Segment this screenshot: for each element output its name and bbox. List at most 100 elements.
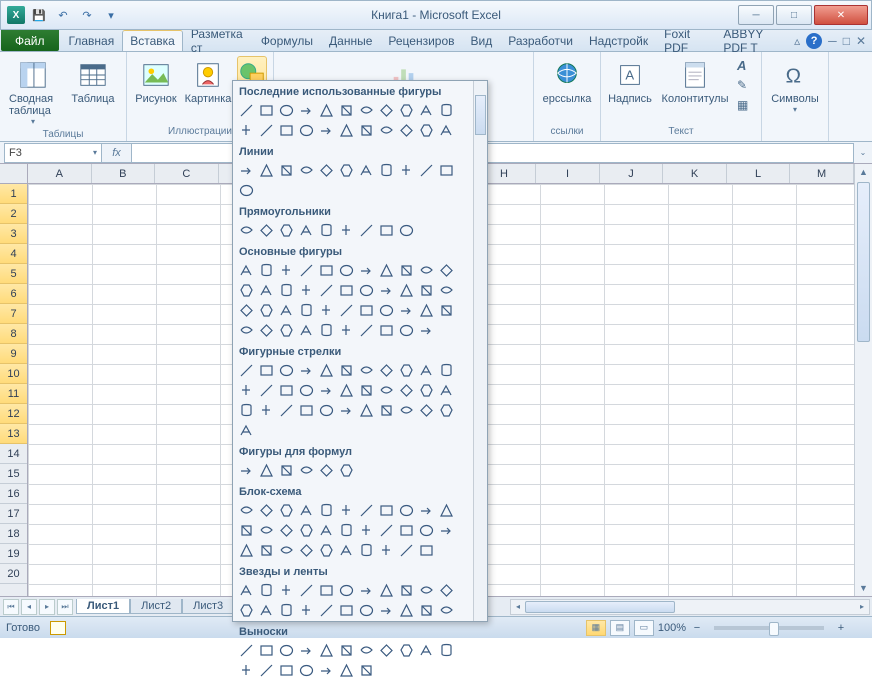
shape-item[interactable]: [257, 221, 276, 240]
shape-item[interactable]: [377, 501, 396, 520]
shape-item[interactable]: [297, 541, 316, 560]
shape-item[interactable]: [257, 461, 276, 480]
shape-item[interactable]: [377, 541, 396, 560]
shape-item[interactable]: [277, 101, 296, 120]
shape-item[interactable]: [417, 581, 436, 600]
shape-item[interactable]: [377, 221, 396, 240]
shape-item[interactable]: [237, 501, 256, 520]
horizontal-scrollbar[interactable]: [510, 599, 870, 615]
pivot-table-button[interactable]: Сводная таблица: [6, 56, 60, 129]
shape-item[interactable]: [417, 281, 436, 300]
shape-item[interactable]: [317, 101, 336, 120]
shape-item[interactable]: [397, 541, 416, 560]
maximize-button[interactable]: □: [776, 5, 812, 25]
hscroll-thumb[interactable]: [525, 601, 675, 613]
tab-review[interactable]: Рецензиров: [380, 30, 462, 51]
sheet-nav-next[interactable]: ▸: [39, 599, 55, 615]
row-header-8[interactable]: 8: [0, 324, 27, 344]
shape-item[interactable]: [317, 281, 336, 300]
shape-item[interactable]: [377, 161, 396, 180]
qat-customize-button[interactable]: ▾: [101, 5, 121, 25]
shape-item[interactable]: [237, 121, 256, 140]
shape-item[interactable]: [377, 581, 396, 600]
shape-item[interactable]: [237, 181, 256, 200]
shape-item[interactable]: [257, 501, 276, 520]
row-header-11[interactable]: 11: [0, 384, 27, 404]
view-normal-button[interactable]: ▦: [586, 620, 606, 636]
col-header-I[interactable]: I: [536, 164, 600, 183]
shape-item[interactable]: [337, 461, 356, 480]
tab-home[interactable]: Главная: [61, 30, 123, 51]
shape-item[interactable]: [297, 381, 316, 400]
zoom-level[interactable]: 100%: [658, 622, 686, 634]
shape-item[interactable]: [277, 601, 296, 620]
shape-item[interactable]: [377, 361, 396, 380]
shape-item[interactable]: [317, 461, 336, 480]
shape-item[interactable]: [317, 641, 336, 660]
tab-formulas[interactable]: Формулы: [253, 30, 321, 51]
shape-item[interactable]: [337, 101, 356, 120]
col-header-J[interactable]: J: [600, 164, 664, 183]
shape-item[interactable]: [397, 501, 416, 520]
shape-item[interactable]: [237, 541, 256, 560]
sheet-nav-last[interactable]: ⏭: [57, 599, 73, 615]
shape-item[interactable]: [317, 221, 336, 240]
shape-item[interactable]: [277, 361, 296, 380]
shape-item[interactable]: [257, 261, 276, 280]
shape-item[interactable]: [417, 521, 436, 540]
shape-item[interactable]: [437, 501, 456, 520]
app-icon[interactable]: X: [7, 6, 25, 24]
shape-item[interactable]: [377, 401, 396, 420]
shape-item[interactable]: [297, 101, 316, 120]
shape-item[interactable]: [417, 301, 436, 320]
shapes-scroll-thumb[interactable]: [475, 95, 486, 135]
shape-item[interactable]: [257, 381, 276, 400]
view-pagebreak-button[interactable]: ▭: [634, 620, 654, 636]
shape-item[interactable]: [417, 641, 436, 660]
shape-item[interactable]: [357, 601, 376, 620]
shape-item[interactable]: [297, 261, 316, 280]
shape-item[interactable]: [237, 301, 256, 320]
shape-item[interactable]: [237, 421, 256, 440]
shape-item[interactable]: [277, 261, 296, 280]
col-header-K[interactable]: K: [663, 164, 727, 183]
shape-item[interactable]: [337, 361, 356, 380]
shape-item[interactable]: [437, 521, 456, 540]
shape-item[interactable]: [437, 121, 456, 140]
shape-item[interactable]: [297, 321, 316, 340]
object-icon[interactable]: ▦: [737, 98, 755, 116]
shape-item[interactable]: [277, 501, 296, 520]
shape-item[interactable]: [337, 521, 356, 540]
row-header-4[interactable]: 4: [0, 244, 27, 264]
shape-item[interactable]: [357, 281, 376, 300]
shape-item[interactable]: [357, 101, 376, 120]
zoom-slider[interactable]: [714, 626, 824, 630]
shape-item[interactable]: [237, 281, 256, 300]
shape-item[interactable]: [277, 641, 296, 660]
shape-item[interactable]: [417, 101, 436, 120]
select-all-corner[interactable]: [0, 164, 28, 184]
wordart-icon[interactable]: A: [737, 58, 755, 76]
shape-item[interactable]: [437, 301, 456, 320]
tab-developer[interactable]: Разработчи: [500, 30, 581, 51]
sheet-tab-1[interactable]: Лист1: [76, 599, 130, 614]
shape-item[interactable]: [437, 381, 456, 400]
shape-item[interactable]: [337, 381, 356, 400]
shape-item[interactable]: [237, 261, 256, 280]
shape-item[interactable]: [257, 521, 276, 540]
qat-save-button[interactable]: 💾: [29, 5, 49, 25]
shape-item[interactable]: [437, 101, 456, 120]
help-icon[interactable]: ?: [806, 33, 822, 49]
shape-item[interactable]: [237, 581, 256, 600]
scroll-down-icon[interactable]: ▼: [855, 580, 872, 596]
shape-item[interactable]: [237, 161, 256, 180]
row-header-16[interactable]: 16: [0, 484, 27, 504]
shape-item[interactable]: [317, 121, 336, 140]
shape-item[interactable]: [337, 661, 356, 680]
close-button[interactable]: ✕: [814, 5, 868, 25]
shape-item[interactable]: [257, 541, 276, 560]
row-header-15[interactable]: 15: [0, 464, 27, 484]
shape-item[interactable]: [337, 281, 356, 300]
row-header-10[interactable]: 10: [0, 364, 27, 384]
shape-item[interactable]: [317, 381, 336, 400]
